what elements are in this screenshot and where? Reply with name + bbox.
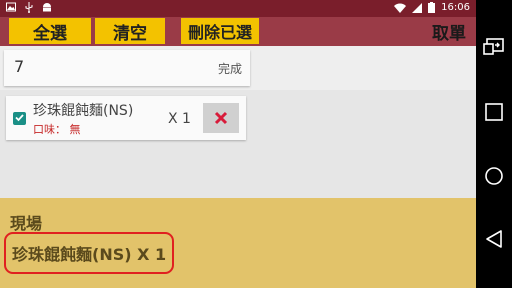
nav-bar: [476, 0, 512, 288]
status-bar: 16:06: [0, 0, 476, 17]
done-button[interactable]: 完成: [218, 60, 242, 77]
back-icon[interactable]: [483, 229, 505, 249]
order-summary: 現場 珍珠餛飩麵(NS) X 1: [0, 198, 476, 288]
home-icon[interactable]: [483, 166, 505, 186]
battery-icon: [428, 2, 436, 13]
wifi-icon: [394, 3, 407, 13]
toolbar: 全選 清空 刪除已選 取單: [0, 17, 476, 46]
check-icon: [15, 114, 24, 122]
clear-button[interactable]: 清空: [95, 18, 165, 44]
item-checkbox[interactable]: [13, 112, 26, 125]
quantity-value: 7: [14, 57, 25, 76]
android-icon: [43, 3, 51, 12]
signal-icon: [412, 2, 423, 13]
cancel-order-button[interactable]: 取單: [432, 18, 466, 44]
summary-title: 現場: [10, 214, 43, 233]
quantity-row: 7 完成: [0, 46, 476, 90]
select-all-button[interactable]: 全選: [9, 18, 91, 44]
status-right: 16:06: [394, 2, 470, 13]
quantity-input[interactable]: 7 完成: [4, 50, 250, 86]
item-name: 珍珠餛飩麵(NS): [33, 103, 134, 119]
usb-icon: [25, 2, 33, 13]
item-note: 口味： 無: [33, 123, 81, 136]
clock: 16:06: [441, 2, 470, 13]
image-icon: [6, 2, 16, 12]
order-item-card[interactable]: 珍珠餛飩麵(NS) 口味： 無 X 1: [6, 96, 246, 140]
recents-icon[interactable]: [483, 103, 505, 121]
summary-line: 珍珠餛飩麵(NS) X 1: [4, 232, 175, 274]
status-left-icons: [6, 2, 52, 13]
delete-selected-button[interactable]: 刪除已選: [181, 18, 259, 44]
delete-item-button[interactable]: [203, 103, 239, 133]
order-content: 7 完成 珍珠餛飩麵(NS) 口味： 無 X 1: [0, 46, 476, 198]
close-icon: [214, 111, 228, 125]
screen-mirror-icon[interactable]: [483, 38, 505, 56]
item-quantity: X 1: [168, 111, 191, 127]
